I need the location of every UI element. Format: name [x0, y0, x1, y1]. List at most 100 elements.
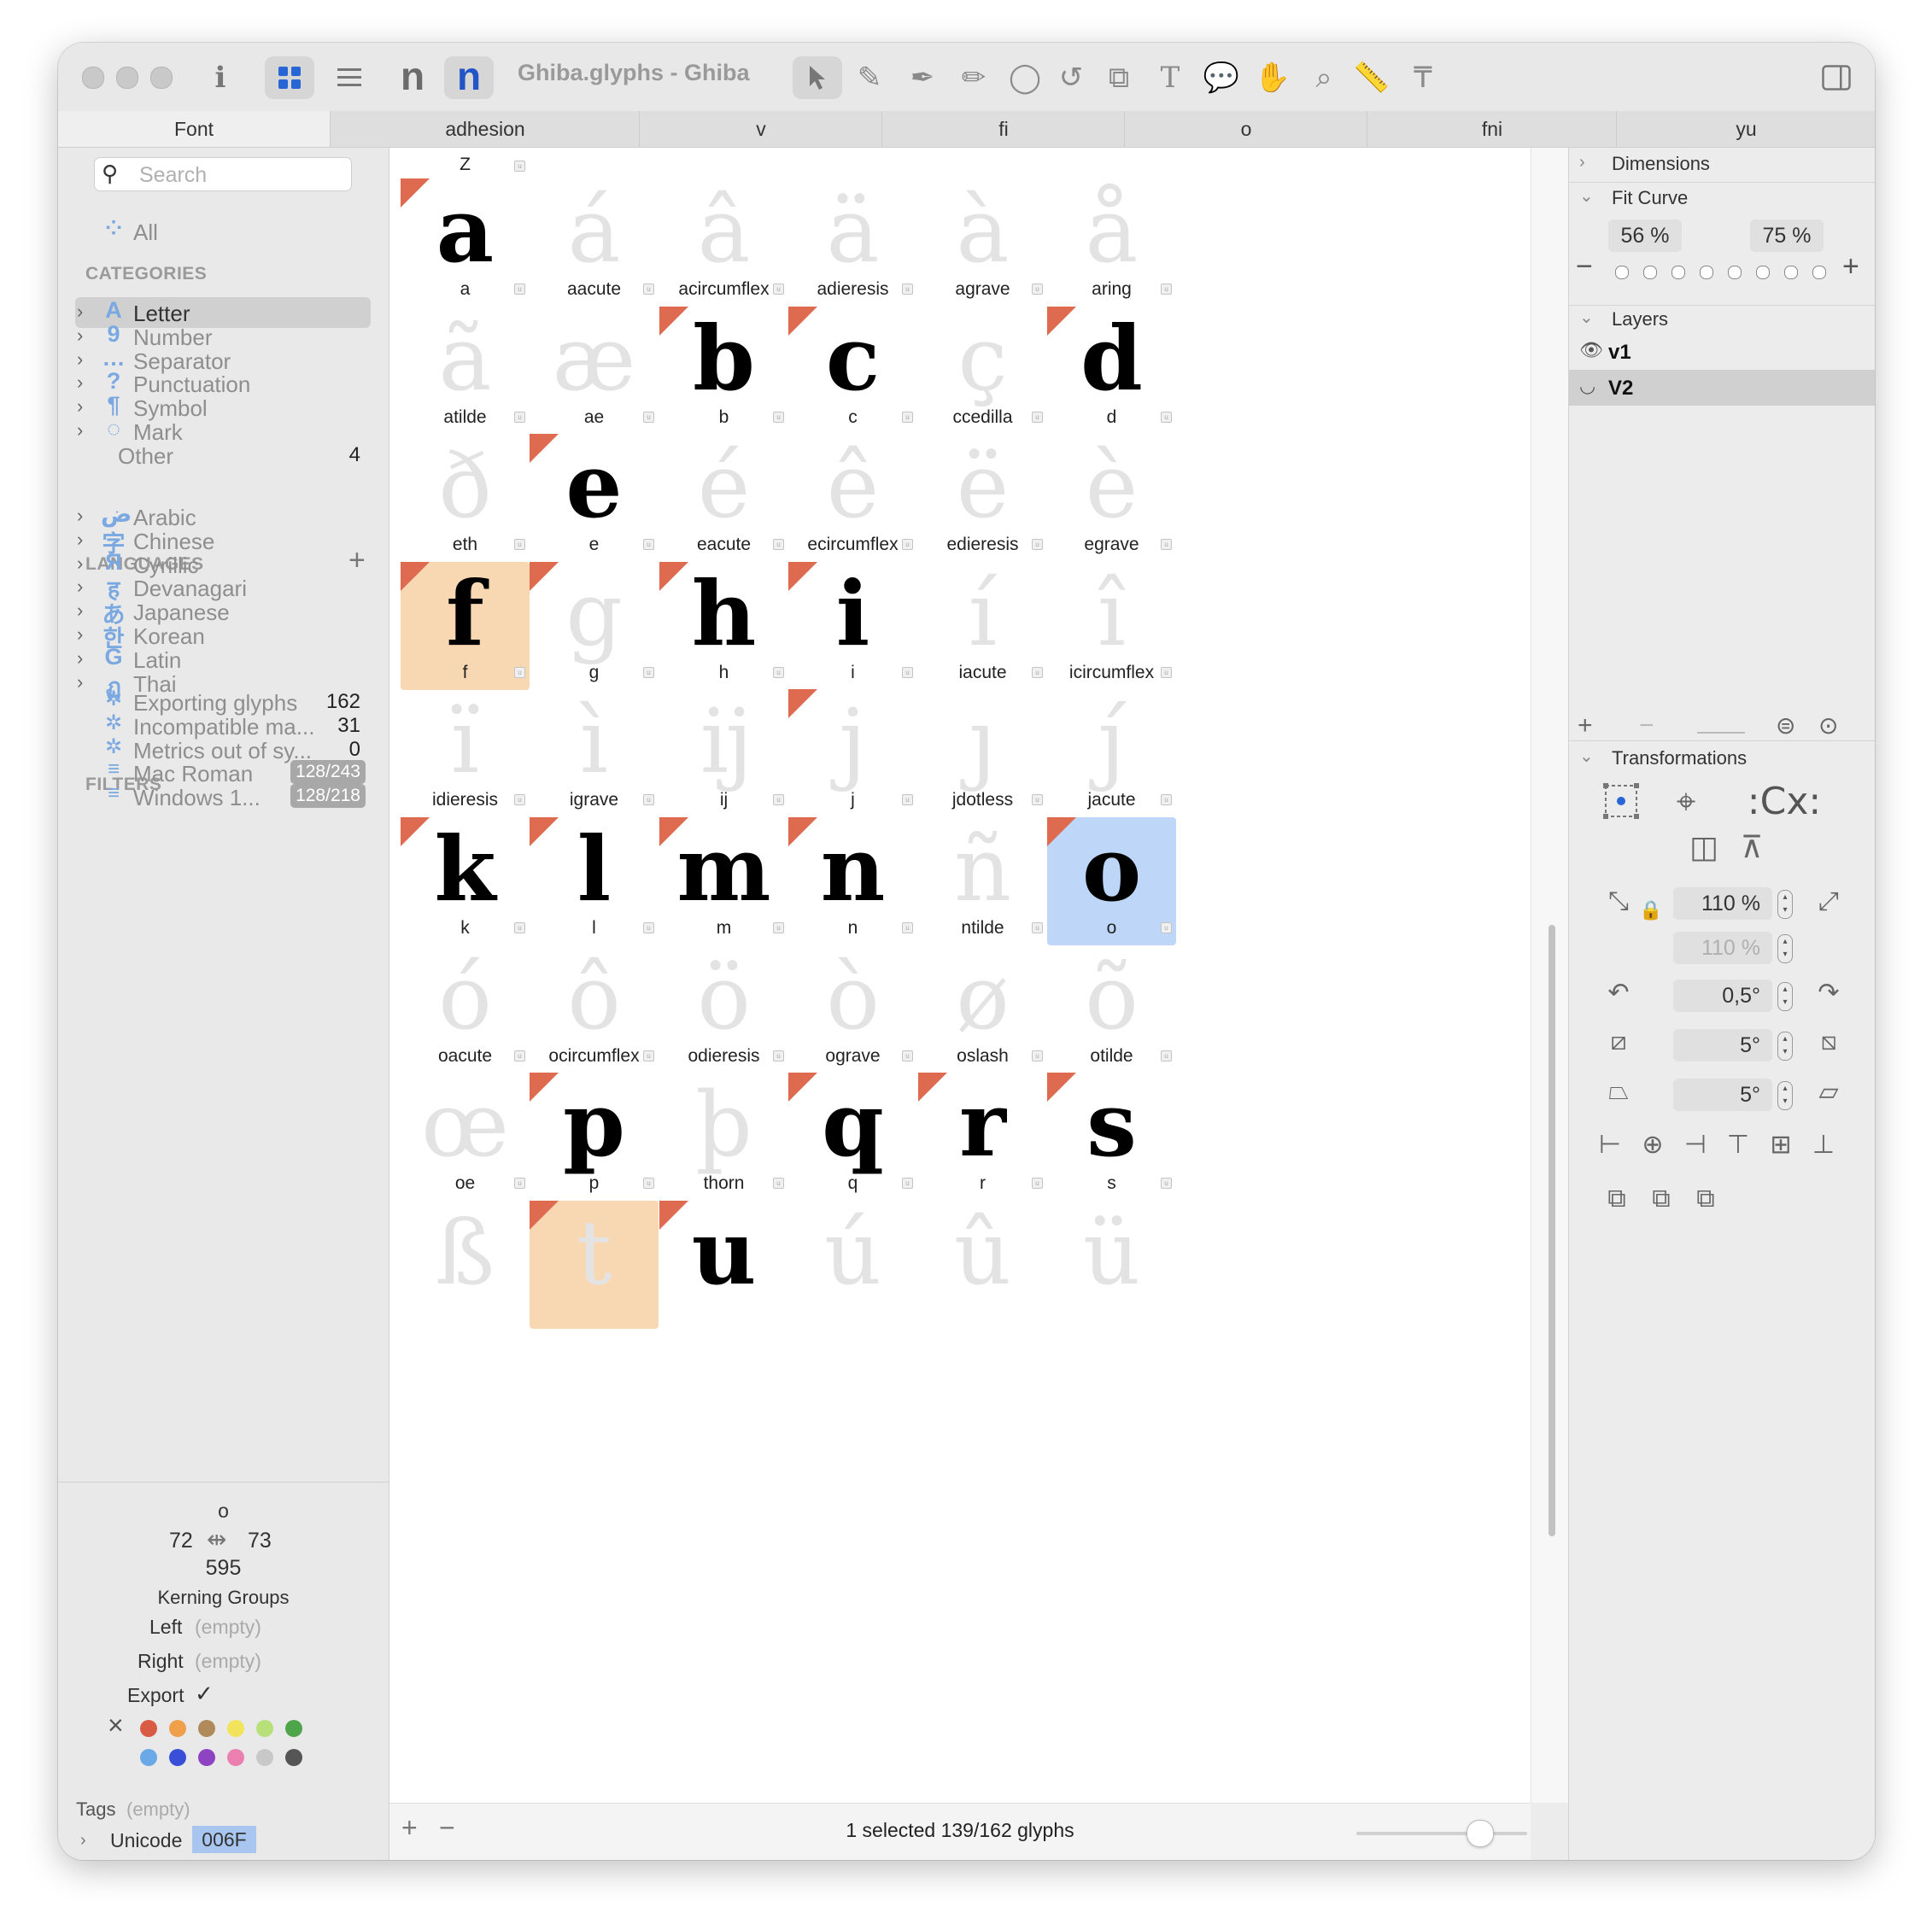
glyph-cell[interactable]: ö odieresis u [659, 945, 788, 1073]
zoom-slider-knob[interactable] [1467, 1820, 1494, 1847]
add-layer-button[interactable]: + [1578, 711, 1593, 740]
align-middle-icon[interactable]: ⊞ [1764, 1130, 1798, 1160]
chevron-right-icon[interactable]: › [77, 371, 83, 394]
edit-view-n-icon[interactable]: n [444, 56, 494, 99]
glyph-cell[interactable]: t [530, 1200, 659, 1329]
glyph-cell[interactable]: í iacute u [918, 562, 1047, 690]
glyph-cell[interactable]: ò ograve u [788, 945, 917, 1073]
chevron-right-icon[interactable]: › [77, 348, 83, 371]
glyph-cell[interactable]: ø oslash u [918, 945, 1047, 1073]
tab-yu[interactable]: yu [1616, 111, 1875, 147]
glyph-cell[interactable]: û [918, 1201, 1047, 1329]
pen-tool-icon[interactable]: ✒ [904, 56, 941, 99]
grid-view-icon[interactable] [265, 56, 314, 99]
glyph-cell[interactable]: eeu [530, 434, 659, 562]
align-center-icon[interactable]: ⊕ [1636, 1130, 1670, 1160]
scale-y-stepper[interactable]: ▴ ▾ [1777, 934, 1793, 963]
slant-right-icon[interactable]: ⧅ [1810, 1027, 1847, 1056]
glyph-cell[interactable]: ccu [788, 306, 917, 435]
tab-adhesion[interactable]: adhesion [330, 111, 640, 147]
glyph-cell[interactable]: ñ ntilde u [918, 817, 1047, 945]
glyph-cell[interactable]: ë edieresis u [918, 434, 1047, 562]
union-icon[interactable]: ⧉ [1600, 1184, 1634, 1214]
export-checkbox[interactable]: ✓ [195, 1681, 214, 1707]
transformations-header[interactable]: Transformations [1612, 747, 1747, 769]
rotate-right-icon[interactable]: ↷ [1810, 978, 1847, 1008]
layer-row-v2[interactable]: ◡ V2 [1569, 370, 1875, 406]
glyph-cell[interactable]: u [659, 1200, 788, 1329]
layers-disclosure-icon[interactable]: ⌄ [1579, 307, 1594, 328]
fit-curve-step-dot[interactable] [1784, 266, 1798, 279]
hand-tool-icon[interactable]: ✋ [1254, 56, 1291, 99]
list-view-icon[interactable] [328, 56, 371, 99]
glyph-cell[interactable]: ppu [530, 1073, 659, 1201]
tab-o[interactable]: o [1124, 111, 1367, 147]
color-label-swatch[interactable] [169, 1749, 186, 1766]
chevron-right-icon[interactable]: › [77, 647, 83, 670]
glyph-cell[interactable]: ggu [530, 561, 659, 690]
chevron-right-icon[interactable]: › [77, 623, 83, 646]
glyph-cell[interactable]: ð eth u [401, 434, 530, 562]
glyph-cell[interactable]: è egrave u [1047, 434, 1176, 562]
color-label-swatch[interactable] [256, 1749, 273, 1766]
shape-tool-icon[interactable]: ◯ [1006, 56, 1044, 99]
glyph-cell[interactable]: ô ocircumflex u [530, 945, 659, 1073]
glyph-cell[interactable]: õ otilde u [1047, 945, 1176, 1073]
layers-header[interactable]: Layers [1612, 308, 1668, 330]
zoom-tool-icon[interactable]: ⌕ [1305, 56, 1343, 99]
scale-down-icon[interactable]: ⤡ [1600, 887, 1637, 916]
glyph-cell[interactable]: ssu [1047, 1073, 1176, 1201]
unicode-value[interactable]: 006F [192, 1826, 256, 1853]
sidebar-item-all[interactable]: ⁘ All [75, 216, 371, 247]
chevron-right-icon[interactable]: › [77, 599, 83, 622]
tab-fni[interactable]: fni [1367, 111, 1617, 147]
text-tool-icon[interactable]: T [1153, 56, 1187, 99]
slant-vertical-field[interactable]: 5° [1673, 1079, 1772, 1111]
glyph-cell[interactable]: ĳ ij u [659, 689, 788, 817]
right-sidebearing-value[interactable]: 73 [248, 1529, 272, 1553]
glyph-cell[interactable]: ú [788, 1201, 917, 1329]
info-icon[interactable]: i [203, 56, 237, 99]
slant-down-icon[interactable]: ⏢ [1600, 1077, 1637, 1106]
color-label-swatch[interactable] [256, 1720, 273, 1737]
glyph-cell[interactable]: llu [530, 817, 659, 945]
fit-curve-step-dot[interactable] [1615, 266, 1629, 279]
filter-layers-icon[interactable]: ⊜ [1776, 711, 1795, 740]
fit-curve-max-field[interactable]: 75 % [1750, 219, 1824, 252]
measure-tool-icon[interactable]: 📏 [1353, 56, 1390, 99]
sidebar-toggle-icon[interactable] [1818, 56, 1855, 99]
glyph-cell[interactable]: aau [401, 178, 530, 307]
chevron-right-icon[interactable]: › [77, 325, 83, 347]
align-right-icon[interactable]: ⊣ [1678, 1130, 1712, 1160]
crosshair-origin-icon[interactable]: ⌖ [1665, 783, 1707, 822]
glyph-cell[interactable]: ã atilde u [401, 307, 530, 435]
scale-x-field[interactable]: 110 % [1673, 887, 1772, 920]
color-label-swatch[interactable] [140, 1749, 157, 1766]
rotate-left-icon[interactable]: ↶ [1600, 978, 1637, 1008]
color-label-swatch[interactable] [227, 1720, 244, 1737]
glyph-cell[interactable]: ß [401, 1201, 530, 1329]
search-field[interactable]: ⚲ Search [94, 157, 352, 191]
zoom-slider-track[interactable] [1356, 1820, 1527, 1847]
tab-font[interactable]: Font [58, 111, 330, 147]
glyph-cell[interactable]: bbu [659, 306, 788, 435]
align-top-icon[interactable]: ⊤ [1721, 1130, 1755, 1160]
draw-tool-icon[interactable]: ✎ [851, 56, 888, 99]
text-metrics-tool-icon[interactable]: ₸ [1406, 56, 1440, 99]
minimize-window-button[interactable] [116, 67, 138, 89]
fit-curve-step-dot[interactable] [1643, 266, 1657, 279]
fit-curve-increase-button[interactable]: + [1842, 250, 1859, 284]
glyph-cell[interactable]: ì igrave u [530, 689, 659, 817]
chevron-right-icon[interactable]: › [77, 529, 83, 551]
slant-horizontal-field[interactable]: 5° [1673, 1029, 1772, 1062]
flip-vertical-icon[interactable]: ⊼ [1733, 829, 1771, 865]
color-label-swatch[interactable] [169, 1720, 186, 1737]
glyph-cell[interactable]: iiu [788, 561, 917, 690]
glyph-cell[interactable]: ç ccedilla u [918, 307, 1047, 435]
pencil-tool-icon[interactable]: ✏ [955, 56, 992, 99]
color-label-swatch[interactable] [285, 1749, 302, 1766]
clear-color-icon[interactable]: × [108, 1710, 124, 1741]
glyph-cell[interactable]: hhu [659, 561, 788, 690]
glyph-cell[interactable]: ä adieresis u [788, 178, 917, 307]
layer-resize-handle[interactable] [1697, 732, 1745, 734]
